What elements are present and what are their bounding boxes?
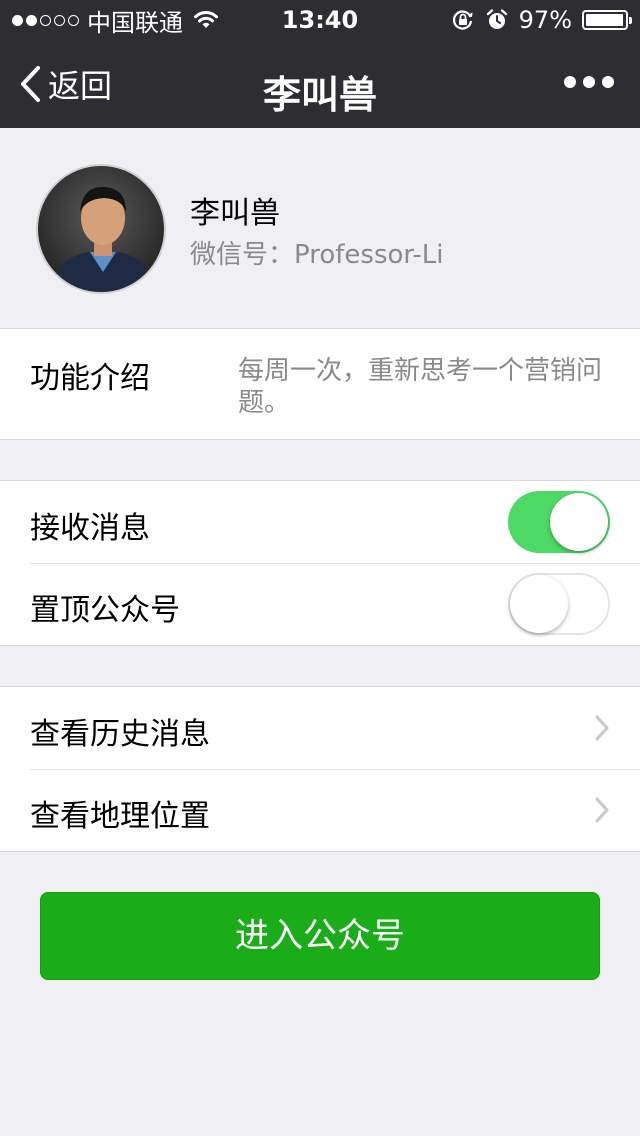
page-title: 李叫兽 <box>262 73 377 117</box>
header: 中国联通 13:40 97% 返回 李叫兽 <box>0 0 640 128</box>
person-portrait-icon <box>48 186 158 292</box>
avatar[interactable] <box>36 164 166 294</box>
battery-icon <box>582 10 632 30</box>
intro-card: 功能介绍 每周一次，重新思考一个营销问题。 <box>0 328 640 440</box>
pin-account-label: 置顶公众号 <box>30 593 180 628</box>
history-label: 查看历史消息 <box>30 717 210 752</box>
pin-account-toggle[interactable] <box>508 573 610 635</box>
chevron-right-icon <box>595 715 609 741</box>
enter-account-button[interactable]: 进入公众号 <box>40 892 600 980</box>
history-row[interactable]: 查看历史消息 <box>0 687 640 769</box>
location-row[interactable]: 查看地理位置 <box>0 769 640 851</box>
location-label: 查看地理位置 <box>30 799 210 834</box>
navigation-bar: 返回 李叫兽 <box>0 40 640 128</box>
status-bar-right: 97% <box>451 6 632 34</box>
status-bar: 中国联通 13:40 97% <box>0 0 640 40</box>
links-card: 查看历史消息 查看地理位置 <box>0 686 640 852</box>
alarm-icon <box>486 9 507 29</box>
more-icon[interactable] <box>564 76 614 88</box>
intro-text: 每周一次，重新思考一个营销问题。 <box>238 356 603 418</box>
receive-messages-label: 接收消息 <box>30 511 150 546</box>
chevron-right-icon <box>595 797 609 823</box>
pin-account-row: 置顶公众号 <box>0 563 640 645</box>
intro-label: 功能介绍 <box>30 361 150 396</box>
battery-level <box>586 14 623 26</box>
wechat-id: 微信号：Professor-Li <box>190 240 444 270</box>
rotation-lock-icon <box>452 10 473 30</box>
settings-card: 接收消息 置顶公众号 <box>0 480 640 646</box>
profile-name: 李叫兽 <box>190 196 280 231</box>
battery-percent: 97% <box>518 6 572 34</box>
receive-messages-row: 接收消息 <box>0 481 640 563</box>
receive-messages-toggle[interactable] <box>508 491 610 553</box>
profile-section: 李叫兽 微信号：Professor-Li <box>0 128 640 328</box>
